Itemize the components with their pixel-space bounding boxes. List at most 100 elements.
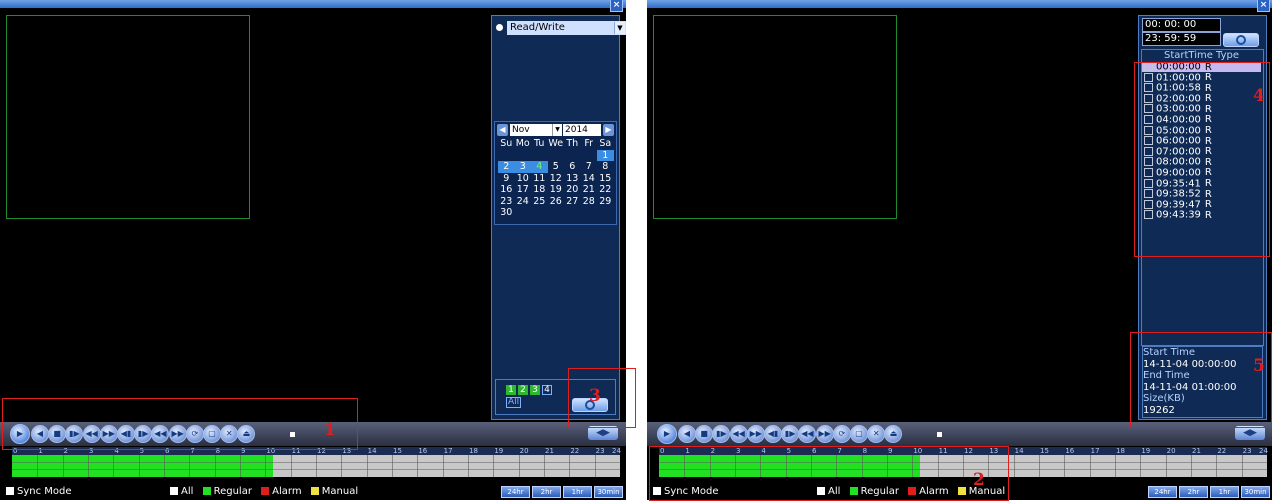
backup-icon[interactable]: ⏏ [884, 425, 903, 443]
sync-mode-checkbox[interactable]: Sync Mode [6, 486, 72, 497]
calendar-day[interactable]: 9 [498, 173, 515, 185]
weekday-label: We [548, 138, 564, 149]
calendar-day[interactable]: 13 [564, 173, 581, 185]
calendar-day[interactable]: 21 [581, 184, 598, 196]
calendar-day[interactable]: 3 [514, 161, 531, 173]
timeline-toggle-button[interactable]: ◀▶ [588, 426, 618, 440]
calendar-day[interactable]: 18 [531, 184, 548, 196]
calendar-day[interactable]: 23 [498, 196, 515, 208]
calendar-day[interactable]: 19 [548, 184, 565, 196]
previous-file-icon[interactable]: ◀◀ [798, 425, 817, 443]
prev-month-button[interactable]: ◀ [497, 124, 508, 136]
checkbox-icon[interactable] [202, 487, 211, 495]
zoom-30min-button[interactable]: 30min [594, 486, 623, 498]
previous-frame-icon[interactable]: ◀▮ [764, 425, 782, 443]
calendar-day[interactable]: 10 [515, 173, 532, 185]
play-icon[interactable]: ▶ [657, 424, 677, 444]
checkbox-icon[interactable] [6, 487, 14, 495]
calendar-day[interactable]: 11 [531, 173, 548, 185]
month-select[interactable]: Nov ▼ [510, 124, 562, 136]
checkbox-icon[interactable] [170, 487, 178, 495]
calendar-day[interactable]: 15 [597, 173, 614, 185]
regular-recording-segment[interactable] [12, 455, 273, 477]
zoom-1hr-button[interactable]: 1hr [1210, 486, 1239, 498]
calendar-day[interactable]: 26 [548, 196, 565, 208]
channel-1-button[interactable]: 1 [506, 385, 516, 395]
channel-3-button[interactable]: 3 [530, 385, 540, 395]
calendar-day[interactable]: 12 [548, 173, 565, 185]
weekday-label: Su [500, 138, 513, 149]
annotation-number-2: 2 [973, 470, 985, 490]
close-icon[interactable]: × [1257, 0, 1270, 12]
checkbox-icon[interactable] [261, 487, 270, 495]
legend-alarm[interactable]: Alarm [261, 486, 302, 497]
calendar-day[interactable]: 20 [564, 184, 581, 196]
calendar-day[interactable]: 17 [515, 184, 532, 196]
timeline-grid-line [1241, 455, 1243, 477]
fast-backward-icon[interactable]: ◀◀ [729, 425, 748, 443]
timeline-grid-line [113, 455, 115, 477]
calendar-day[interactable]: 2 [498, 161, 515, 173]
legend-regular[interactable]: Regular [202, 486, 252, 497]
slow-play-icon[interactable]: ▮▶ [712, 425, 731, 443]
no-recording-segment[interactable] [272, 455, 620, 477]
calendar-day[interactable]: 22 [597, 184, 614, 196]
calendar-day[interactable]: 24 [515, 196, 532, 208]
zoom-24hr-button[interactable]: 24hr [501, 486, 530, 498]
checkbox-icon[interactable] [310, 487, 319, 495]
fast-forward-icon[interactable]: ▶▶ [746, 425, 765, 443]
calendar-day[interactable]: 1 [597, 149, 614, 161]
legend-all[interactable]: All [170, 486, 193, 497]
calendar-day[interactable]: 14 [581, 173, 598, 185]
calendar-day[interactable]: 30 [498, 207, 515, 219]
close-icon[interactable]: × [610, 0, 623, 12]
start-time-input[interactable]: 00: 00: 00 [1142, 18, 1221, 32]
weekday-label: Sa [599, 138, 612, 149]
legend-regular-label: Regular [213, 486, 252, 497]
mode-select[interactable]: Read/Write ▼ [496, 21, 626, 35]
channel-all-button[interactable]: All [506, 397, 522, 408]
chevron-down-icon[interactable]: ▼ [614, 22, 625, 34]
calendar-day[interactable]: 16 [498, 184, 515, 196]
next-month-button[interactable]: ▶ [603, 124, 614, 136]
timeline-toggle-button[interactable]: ◀▶ [1235, 426, 1265, 440]
fullscreen-icon[interactable]: ▢ [850, 425, 868, 443]
radio-dot-icon[interactable] [496, 24, 503, 31]
calendar-day[interactable]: 27 [564, 196, 581, 208]
calendar-week-row: 30 [498, 207, 616, 219]
channel-2-button[interactable]: 2 [518, 385, 528, 395]
timeline-hour-label: 24 [612, 447, 621, 455]
reverse-play-icon[interactable]: ◀ [678, 425, 696, 443]
year-input[interactable]: 2014 [563, 124, 601, 136]
chevron-down-icon[interactable]: ▼ [552, 124, 562, 136]
calendar-day[interactable]: 5 [548, 161, 565, 173]
next-frame-icon[interactable]: ▮▶ [781, 425, 800, 443]
calendar-day[interactable]: 6 [564, 161, 581, 173]
file-list-header: StartTime Type [1163, 50, 1240, 61]
file-search-button[interactable] [1223, 33, 1259, 47]
calendar-day[interactable]: 4 [531, 161, 548, 173]
legend-manual[interactable]: Manual [310, 486, 358, 497]
calendar-day[interactable]: 8 [597, 161, 614, 173]
end-time-input[interactable]: 23: 59: 59 [1142, 32, 1221, 46]
zoom-1hr-button[interactable]: 1hr [563, 486, 592, 498]
channel-4-button[interactable]: 4 [542, 385, 552, 395]
cut-icon[interactable]: ✕ [867, 425, 886, 443]
zoom-2hr-button[interactable]: 2hr [532, 486, 561, 498]
calendar-day[interactable]: 29 [597, 196, 614, 208]
weekday-row: Su Mo Tu We Th Fr Sa [498, 138, 616, 150]
timeline-grid-line [1216, 455, 1218, 477]
zoom-2hr-button[interactable]: 2hr [1179, 486, 1208, 498]
stop-icon[interactable]: ■ [695, 425, 714, 443]
zoom-24hr-button[interactable]: 24hr [1148, 486, 1177, 498]
calendar-day[interactable]: 7 [581, 161, 598, 173]
loop-icon[interactable]: ⟳ [832, 425, 851, 443]
calendar-day[interactable]: 25 [531, 196, 548, 208]
calendar-empty-cell [548, 150, 565, 162]
calendar-day[interactable]: 28 [581, 196, 598, 208]
search-icon [1236, 35, 1246, 45]
zoom-30min-button[interactable]: 30min [1241, 486, 1270, 498]
recording-timeline[interactable]: 0 1 2 3 4 5 6 7 8 9 10 11 12 13 14 15 16 17 18 19 20 21 22 23 24 [12, 447, 621, 477]
timeline-hour-label: 21 [545, 447, 554, 455]
next-file-icon[interactable]: ▶▶ [815, 425, 834, 443]
